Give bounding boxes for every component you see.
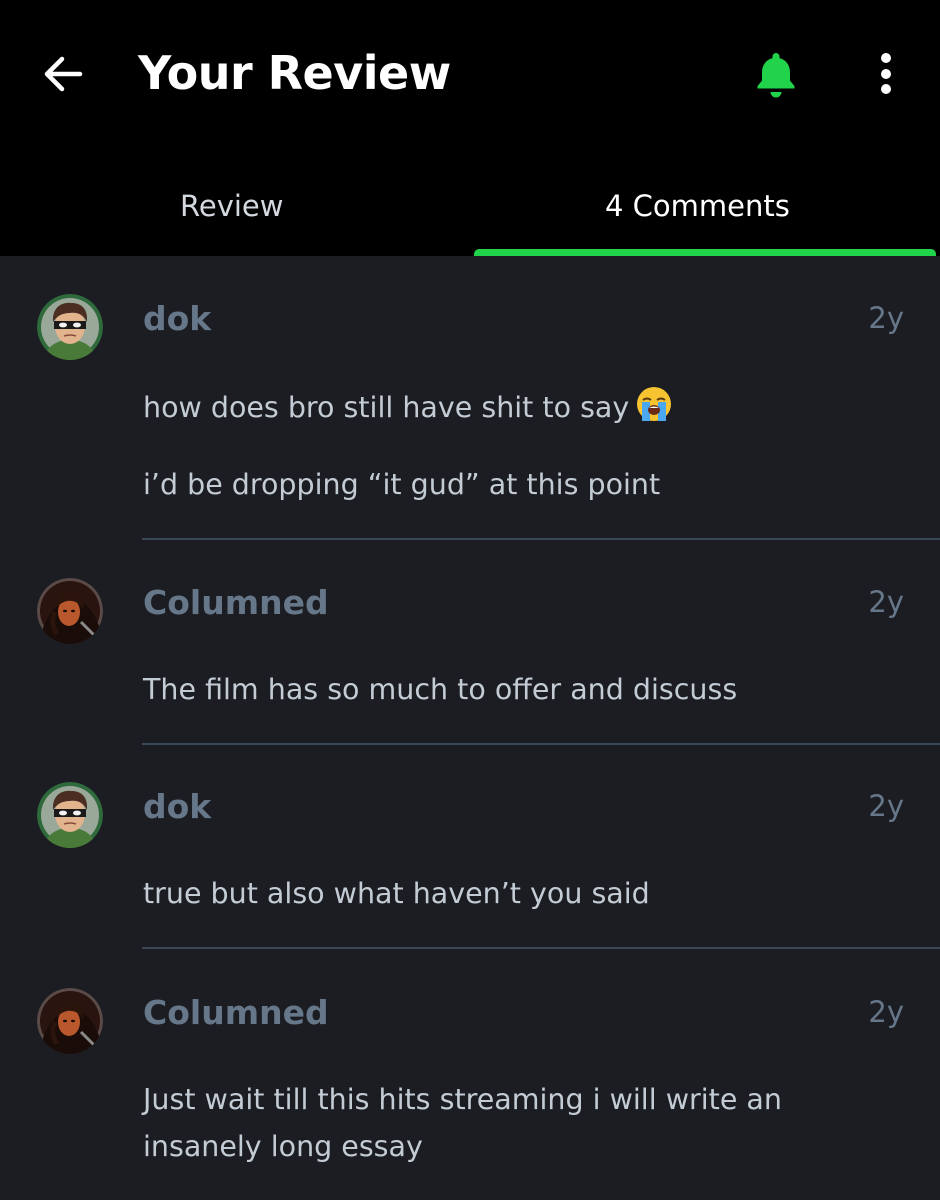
loudly-crying-face-emoji — [635, 385, 673, 436]
comment-time: 2y — [868, 301, 904, 335]
tab-review[interactable]: Review — [180, 180, 283, 232]
comment-text: true but also what haven’t you said — [143, 877, 650, 910]
comment-time: 2y — [868, 789, 904, 823]
columned-avatar[interactable] — [37, 578, 103, 644]
comment-time: 2y — [868, 585, 904, 619]
columned-avatar[interactable] — [37, 988, 103, 1054]
comment-divider — [142, 947, 940, 949]
arrow-left-icon — [44, 56, 83, 92]
comment-author[interactable]: Columned — [143, 579, 329, 627]
tab-comments[interactable]: 4 Comments — [605, 180, 790, 232]
comment-divider — [142, 538, 940, 540]
active-tab-indicator — [474, 249, 936, 256]
app-bar: Your Review Review 4 Comments — [0, 0, 940, 256]
bell-icon — [757, 53, 795, 98]
comment-author[interactable]: Columned — [143, 989, 329, 1037]
back-button[interactable] — [36, 46, 92, 102]
more-options-button[interactable] — [858, 46, 914, 102]
dok-avatar[interactable] — [37, 782, 103, 848]
comment-author[interactable]: dok — [143, 783, 211, 831]
notifications-button[interactable] — [748, 48, 804, 104]
comment-text-line: how does bro still have shit to say — [143, 385, 673, 436]
comment-text: Just wait till this hits streaming i wil… — [143, 1083, 782, 1116]
comment-text: The film has so much to offer and discus… — [143, 673, 738, 706]
comment-author[interactable]: dok — [143, 295, 211, 343]
comment-time: 2y — [868, 995, 904, 1029]
dok-avatar[interactable] — [37, 294, 103, 360]
comment-text: insanely long essay — [143, 1130, 423, 1163]
more-vertical-icon — [881, 53, 891, 94]
comment-divider — [142, 743, 940, 745]
comment-text: i’d be dropping “it gud” at this point — [143, 468, 661, 501]
page-title: Your Review — [138, 46, 451, 100]
comment-text: how does bro still have shit to say — [143, 391, 630, 424]
